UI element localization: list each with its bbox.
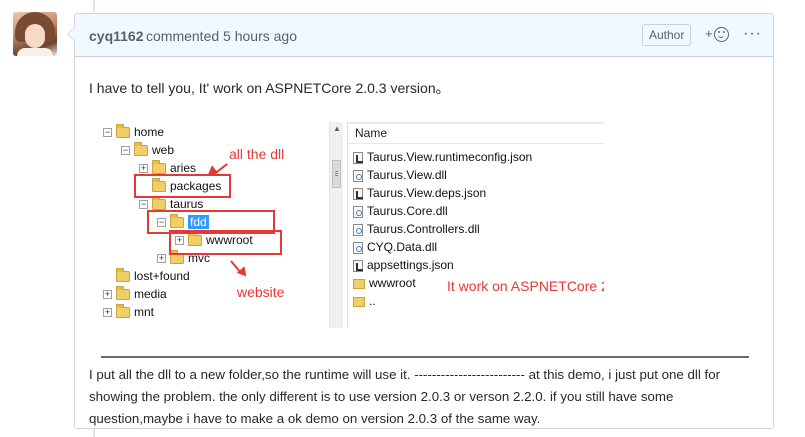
file-name: Taurus.Controllers.dll xyxy=(367,222,480,236)
file-item[interactable]: Taurus.View.deps.json xyxy=(353,184,486,202)
tree-node-mnt[interactable]: + mnt xyxy=(103,304,154,321)
folder-icon xyxy=(116,304,130,319)
file-name: Taurus.View.dll xyxy=(367,168,447,182)
avatar-shirt xyxy=(17,48,53,56)
avatar-face xyxy=(25,24,45,48)
folder-tree-panel: − home − web + aries packages − taurus − fdd … xyxy=(101,122,346,328)
embedded-screenshot: − home − web + aries packages − taurus − fdd … xyxy=(101,122,604,328)
folder-icon xyxy=(152,160,166,175)
expand-toggle[interactable]: + xyxy=(103,308,112,318)
file-item[interactable]: Taurus.Controllers.dll xyxy=(353,220,480,238)
horizontal-rule xyxy=(101,356,749,358)
file-name: Taurus.View.runtimeconfig.json xyxy=(367,150,533,164)
tree-label: lost+found xyxy=(134,269,190,283)
annotation-website: website xyxy=(237,284,285,300)
comment-header: cyq1162 commented 5 hours ago Author + ·… xyxy=(75,14,773,57)
file-name: Taurus.Core.dll xyxy=(367,204,448,218)
avatar[interactable] xyxy=(13,12,57,56)
tree-label: taurus xyxy=(170,197,204,211)
file-item[interactable]: CYQ.Data.dll xyxy=(353,238,437,256)
tree-scrollbar[interactable]: ▲ xyxy=(329,122,343,328)
folder-icon xyxy=(116,286,130,301)
expand-toggle[interactable]: + xyxy=(139,164,148,174)
file-name: Taurus.View.deps.json xyxy=(367,186,487,200)
add-reaction-button[interactable]: + xyxy=(705,26,731,43)
comment-timestamp[interactable]: commented 5 hours ago xyxy=(146,28,297,44)
file-name: wwwroot xyxy=(369,276,416,290)
file-item[interactable]: appsettings.json xyxy=(353,256,454,274)
comment-paragraph-2: I put all the dll to a new folder,so the… xyxy=(89,367,721,426)
scroll-thumb[interactable] xyxy=(332,160,341,188)
folder-icon xyxy=(116,268,130,283)
dll-file-icon xyxy=(353,169,363,182)
author-link[interactable]: cyq1162 xyxy=(89,28,144,44)
tree-node-media[interactable]: + media xyxy=(103,286,167,303)
expand-toggle[interactable]: + xyxy=(157,254,166,264)
tree-label: web xyxy=(152,143,175,157)
folder-item[interactable]: .. xyxy=(353,292,376,310)
dll-file-icon xyxy=(353,241,363,254)
folder-icon xyxy=(134,142,148,157)
folder-icon xyxy=(152,196,166,211)
smiley-icon xyxy=(714,27,729,42)
dll-file-icon xyxy=(353,205,363,218)
file-item[interactable]: Taurus.Core.dll xyxy=(353,202,448,220)
file-name: CYQ.Data.dll xyxy=(367,240,438,254)
tree-node-home[interactable]: − home xyxy=(103,124,164,141)
tree-label: aries xyxy=(170,161,197,175)
plus-icon: + xyxy=(705,26,713,41)
annotation-it-work: It work on ASPNETCore 2.0.3 version xyxy=(447,278,604,294)
comment-box: cyq1162 commented 5 hours ago Author + ·… xyxy=(67,13,774,429)
file-name: .. xyxy=(369,294,376,308)
file-name: appsettings.json xyxy=(367,258,454,272)
more-options-icon[interactable]: ··· xyxy=(743,25,762,43)
tree-label: media xyxy=(134,287,167,301)
scroll-up-icon[interactable]: ▲ xyxy=(333,124,341,133)
file-item[interactable]: Taurus.View.runtimeconfig.json xyxy=(353,148,532,166)
author-badge: Author xyxy=(642,24,692,46)
column-header-label: Name xyxy=(355,126,388,140)
tree-label: mnt xyxy=(134,305,155,319)
tree-node-web[interactable]: − web xyxy=(121,142,174,159)
json-file-icon xyxy=(353,151,363,164)
collapse-toggle[interactable]: − xyxy=(139,200,148,210)
expand-toggle[interactable]: + xyxy=(103,290,112,300)
annotation-box-wwwroot xyxy=(169,230,282,255)
file-list-panel: Name Taurus.View.runtimeconfig.json Taur… xyxy=(347,122,604,328)
collapse-toggle[interactable]: − xyxy=(121,146,130,156)
dll-file-icon xyxy=(353,223,363,236)
folder-item[interactable]: wwwroot xyxy=(353,274,416,292)
json-file-icon xyxy=(353,187,363,200)
folder-icon xyxy=(353,296,365,307)
tree-node-lost-found[interactable]: lost+found xyxy=(116,268,190,285)
folder-icon xyxy=(353,278,365,289)
annotation-box-packages xyxy=(134,174,231,198)
collapse-toggle[interactable]: − xyxy=(103,128,112,138)
json-file-icon xyxy=(353,259,363,272)
tree-label: home xyxy=(134,125,165,139)
folder-icon xyxy=(116,124,130,139)
annotation-all-the-dll: all the dll xyxy=(229,146,285,162)
column-header-name[interactable]: Name xyxy=(348,122,604,144)
comment-paragraph-1: I have to tell you, It' work on ASPNETCo… xyxy=(89,80,450,96)
file-item[interactable]: Taurus.View.dll xyxy=(353,166,447,184)
